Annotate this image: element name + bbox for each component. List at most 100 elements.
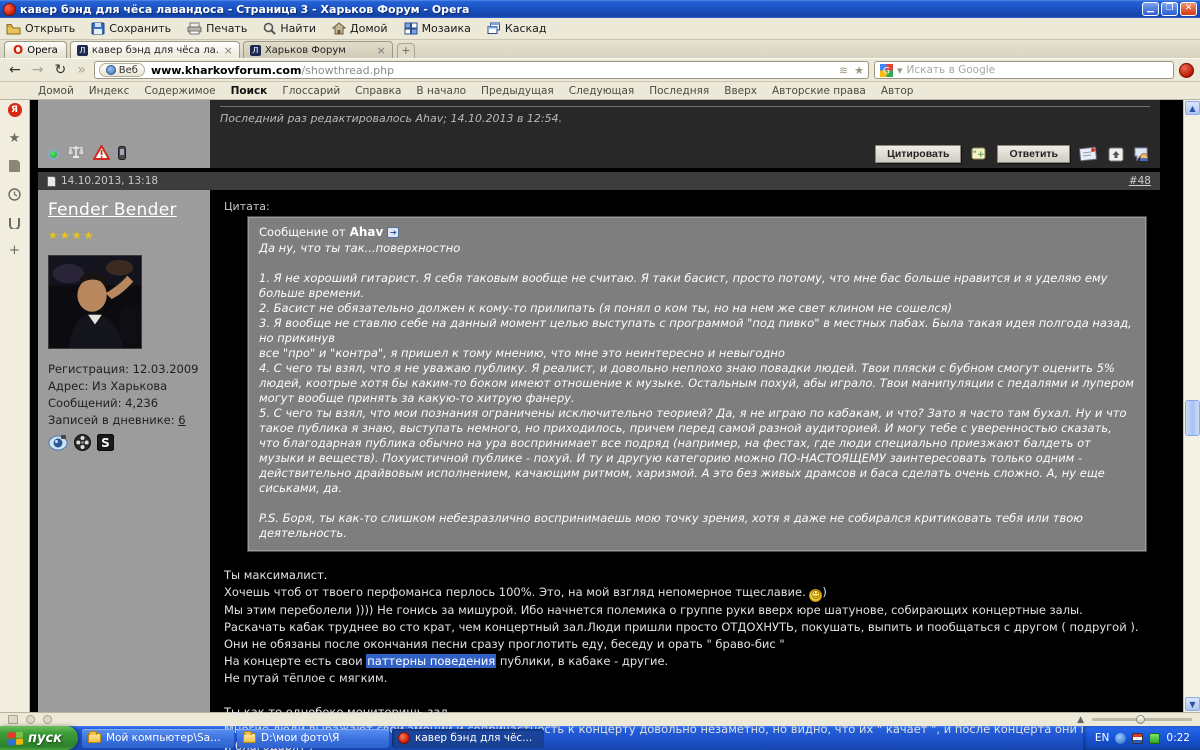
new-tab-button[interactable]: + xyxy=(396,43,415,58)
rss-icon[interactable]: ≋ xyxy=(839,64,848,77)
message-line: Раскачать кабак труднее во сто крат, чем… xyxy=(224,620,1139,651)
tray-antivirus-icon[interactable] xyxy=(1149,732,1161,744)
maximize-button[interactable]: ❐ xyxy=(1161,2,1178,16)
message-line: На концерте есть свои паттерны поведения… xyxy=(224,653,1146,670)
reply-button[interactable]: Ответить xyxy=(997,145,1070,163)
sitenav-next[interactable]: Следующая xyxy=(569,85,634,97)
open-button[interactable]: Открыть xyxy=(6,22,75,35)
search-input[interactable] xyxy=(906,64,1168,76)
downloads-panel-icon[interactable] xyxy=(7,214,23,230)
taskbar-item-photos[interactable]: D:\мои фото\Я xyxy=(237,728,389,748)
opera-icon xyxy=(398,732,410,744)
zoom-slider-thumb[interactable] xyxy=(1136,715,1145,724)
sitenav-help[interactable]: Справка xyxy=(355,85,401,97)
history-panel-icon[interactable] xyxy=(7,186,23,202)
sitenav-last[interactable]: Последняя xyxy=(649,85,709,97)
find-button[interactable]: Найти xyxy=(263,22,316,35)
sitenav-top[interactable]: В начало xyxy=(416,85,466,97)
scroll-up-icon[interactable]: ▲ xyxy=(1185,101,1200,115)
sitenav-index[interactable]: Индекс xyxy=(89,85,130,97)
diary-count-link[interactable]: 6 xyxy=(178,413,185,427)
image-toggle-icon[interactable] xyxy=(8,715,18,724)
sitenav-author[interactable]: Автор xyxy=(881,85,914,97)
start-button[interactable]: пуск xyxy=(0,726,78,750)
folder-icon xyxy=(88,731,101,743)
post-number-link[interactable]: #48 xyxy=(1129,175,1151,187)
skype-icon[interactable]: S xyxy=(97,434,114,451)
taskbar-clock: 0:22 xyxy=(1166,732,1190,744)
tab-thread[interactable]: Л кавер бэнд для чёса ла... × xyxy=(69,41,240,58)
tray-messenger-icon[interactable] xyxy=(1115,732,1127,744)
taskbar-item-opera[interactable]: кавер бэнд для чёс... xyxy=(392,728,544,748)
quote-button[interactable]: Цитировать xyxy=(875,145,962,163)
post-permalink-icon[interactable] xyxy=(47,175,56,187)
save-button[interactable]: Сохранить xyxy=(91,22,171,35)
home-label: Домой xyxy=(350,22,388,35)
quote-postscript: P.S. Боря, ты как-то слишком небезразлич… xyxy=(259,511,1083,540)
fast-forward-button[interactable]: » xyxy=(74,62,89,78)
print-button[interactable]: Печать xyxy=(187,22,247,35)
report-warning-icon[interactable] xyxy=(93,145,110,160)
bookmark-star-icon[interactable]: ★ xyxy=(854,64,864,77)
film-reel-icon[interactable] xyxy=(74,434,91,451)
page-scrollbar[interactable]: ▲ ▼ xyxy=(1183,100,1200,712)
scroll-down-icon[interactable]: ▼ xyxy=(1185,697,1200,711)
window-titlebar: кавер бэнд для чёса лавандоса - Страница… xyxy=(0,0,1200,18)
tab-close-icon[interactable]: × xyxy=(224,44,233,57)
zoom-slider[interactable] xyxy=(1092,715,1192,724)
previous-post-partial: Последний раз редактировалось Ahav; 14.1… xyxy=(38,100,1160,168)
search-engine-dropdown-icon[interactable]: ▾ xyxy=(897,64,903,77)
url-field[interactable]: Веб www.kharkovforum.com/showthread.php … xyxy=(93,61,869,79)
promote-icon[interactable] xyxy=(1108,147,1124,162)
minimize-button[interactable]: ▁ xyxy=(1142,2,1159,16)
cascade-button[interactable]: Каскад xyxy=(487,22,547,35)
quote-label: Цитата: xyxy=(224,200,270,213)
tab-forum-home[interactable]: Л Харьков Форум × xyxy=(242,41,393,58)
photo-album-icon[interactable] xyxy=(48,434,68,451)
tab-close-icon[interactable]: × xyxy=(377,44,386,57)
user-avatar[interactable] xyxy=(48,255,142,349)
quote-paragraph: 5. С чего ты взял, что мои познания огра… xyxy=(259,406,1127,495)
diary-label: Записей в дневнике: xyxy=(48,413,175,427)
reputation-scales-icon[interactable] xyxy=(67,144,85,160)
sitenav-contents[interactable]: Содержимое xyxy=(144,85,215,97)
sitenav-glossary[interactable]: Глоссарий xyxy=(282,85,340,97)
scrollbar-thumb[interactable] xyxy=(1185,400,1200,436)
sitenav-up[interactable]: Вверх xyxy=(724,85,757,97)
reload-button[interactable]: ↻ xyxy=(51,62,69,78)
notes-panel-icon[interactable] xyxy=(7,158,23,174)
tile-button[interactable]: Мозаика xyxy=(404,22,471,35)
web-badge[interactable]: Веб xyxy=(98,63,145,77)
multiquote-icon[interactable]: “+ xyxy=(970,146,988,163)
sitenav-search[interactable]: Поиск xyxy=(231,85,268,97)
opera-turbo-icon[interactable] xyxy=(1179,62,1194,78)
language-indicator[interactable]: EN xyxy=(1095,732,1110,744)
forward-button[interactable]: → xyxy=(29,62,47,78)
add-panel-icon[interactable]: + xyxy=(7,242,23,258)
taskbar-item-explorer[interactable]: Мой компьютер\Sam... xyxy=(82,728,234,748)
sitenav-previous[interactable]: Предыдущая xyxy=(481,85,554,97)
smiley-icon: ☺ xyxy=(809,589,823,602)
zoom-expand-icon[interactable]: ▲ xyxy=(1077,715,1084,725)
username-link[interactable]: Fender Bender xyxy=(48,200,202,220)
url-path: /showthread.php xyxy=(301,63,395,77)
quick-reply-icon[interactable] xyxy=(1079,146,1099,162)
close-button[interactable]: ✕ xyxy=(1180,2,1197,16)
fit-width-icon[interactable] xyxy=(26,715,35,724)
bookmarks-panel-icon[interactable]: ★ xyxy=(7,130,23,146)
tray-flag-icon[interactable] xyxy=(1132,732,1144,744)
home-button[interactable]: Домой xyxy=(332,22,388,35)
quote-paragraph: 3. Я вообще не ставлю себе на данный мом… xyxy=(259,316,1132,345)
quote-box: Сообщение от Ahav ➔ Да ну, что ты так...… xyxy=(247,216,1147,552)
view-post-icon[interactable]: ➔ xyxy=(387,227,400,238)
user-note-icon[interactable] xyxy=(1133,146,1150,162)
yandex-icon[interactable]: Я xyxy=(7,103,22,117)
back-button[interactable]: ← xyxy=(6,62,24,78)
user-address: Адрес: Из Харькова xyxy=(48,379,168,393)
sitenav-copyright[interactable]: Авторские права xyxy=(772,85,866,97)
opera-menu-button[interactable]: O Opera xyxy=(4,41,67,58)
view-mode-icon[interactable] xyxy=(43,715,52,724)
sitenav-home[interactable]: Домой xyxy=(38,85,74,97)
google-search-box[interactable]: G ▾ xyxy=(874,61,1174,79)
previous-post-body-column: Последний раз редактировалось Ahav; 14.1… xyxy=(210,100,1160,168)
